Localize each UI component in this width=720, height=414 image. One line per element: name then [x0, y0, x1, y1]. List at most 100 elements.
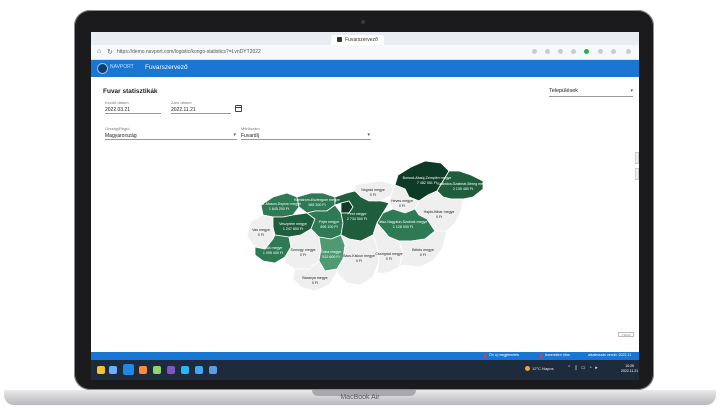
county-label-hajdu: Hajdú-Bihar megye — [424, 210, 455, 214]
county-value-somogy: 0 Ft — [300, 253, 306, 257]
county-value-gyor: 1 645 200 Ft — [269, 207, 289, 211]
footer-notice-2[interactable]: Ismeretlen hiba — [539, 353, 570, 357]
page-title: Fuvar statisztikák — [103, 88, 158, 95]
county-label-jasz: Jász-Nagykun-Szolnok megye — [379, 220, 428, 224]
app-title: Fuvarszervező — [145, 64, 188, 71]
country-select[interactable]: Ország/Régió Magyarország ▾ — [105, 126, 237, 140]
browser-tab-strip: Fuvarszervező — [91, 32, 639, 45]
country-label: Ország/Régió — [105, 126, 130, 131]
reader-icon[interactable] — [545, 49, 550, 54]
tab-title: Fuvarszervező — [345, 37, 378, 43]
map-copyright: ©2022 — [618, 332, 634, 337]
county-value-veszprem: 1 247 800 Ft — [283, 227, 303, 231]
app-version: alkalmazás verzió: 2022.11 — [588, 353, 632, 357]
county-label-bekes: Békés megye — [412, 248, 434, 252]
app-icon-green[interactable] — [153, 366, 161, 374]
laptop-base: MacBook Air — [4, 390, 716, 405]
measure-value: Fuvardíj — [241, 133, 260, 139]
measure-select[interactable]: Mérőszám Fuvardíj ▾ — [241, 126, 371, 140]
county-value-bacs: 0 Ft — [356, 259, 362, 263]
logo-text: NAVPORT — [110, 64, 134, 70]
county-value-komarom: 985 300 Ft — [308, 203, 325, 207]
edge-browser-icon[interactable] — [123, 364, 134, 375]
end-date-field[interactable]: Záró dátum 2022.11.21 — [171, 100, 231, 114]
reload-icon[interactable]: ↻ — [107, 48, 113, 56]
address-bar: ⌂ ↻ https://demo.navport.com/logistic/ko… — [91, 45, 639, 60]
county-label-csongrad: Csongrád megye — [375, 252, 402, 256]
county-label-veszprem: Veszprém megye — [279, 222, 307, 226]
county-label-bacs: Bács-Kiskun megye — [343, 254, 375, 258]
county-map-svg: Borsod-Abaúj-Zemplén megye 7 482 051 Ft … — [246, 160, 489, 292]
split-screen-icon[interactable] — [598, 49, 603, 54]
sun-icon — [525, 366, 530, 372]
county-value-pest: 2 734 500 Ft — [347, 217, 367, 221]
county-value-hajdu: 0 Ft — [436, 215, 442, 219]
zoom-out-button[interactable] — [635, 168, 639, 180]
status-green-icon[interactable] — [584, 49, 589, 54]
county-label-gyor: Győr-Moson-Sopron megye — [257, 202, 301, 206]
store-icon[interactable] — [209, 366, 217, 374]
logo-icon[interactable] — [97, 63, 108, 74]
chevron-down-icon: ▾ — [233, 132, 236, 138]
calendar-icon[interactable] — [235, 105, 242, 112]
county-value-heves: 0 Ft — [399, 204, 405, 208]
county-value-szabolcs: 2 135 480 Ft — [453, 187, 473, 191]
start-date-label: Kezdő dátum — [105, 100, 129, 105]
county-value-csongrad: 0 Ft — [386, 257, 392, 261]
county-value-jasz: 1 128 900 Ft — [393, 225, 413, 229]
extension-icon[interactable] — [532, 49, 537, 54]
zoom-in-button[interactable] — [635, 152, 639, 164]
screen: Fuvarszervező ⌂ ↻ https://demo.navport.c… — [91, 32, 639, 380]
county-value-fejer: 896 100 Ft — [320, 225, 337, 229]
county-value-tolna: 512 600 Ft — [322, 255, 339, 259]
county-label-vas: Vas megye — [252, 228, 270, 232]
county-value-nograd: 0 Ft — [370, 193, 376, 197]
county-value-zala: 1 095 400 Ft — [263, 251, 283, 255]
county-value-baranya: 0 Ft — [312, 281, 318, 285]
laptop-stage: MacBook Air Fuvarszervező ⌂ ↻ https://de… — [0, 0, 720, 414]
search-icon[interactable] — [109, 366, 117, 374]
mail-icon[interactable] — [195, 366, 203, 374]
status-footer: Ön új megjelenítés Ismeretlen hiba alkal… — [91, 352, 639, 360]
county-label-pest: Pest megye — [348, 212, 367, 216]
end-date-value: 2022.11.21 — [171, 107, 196, 113]
start-date-field[interactable]: Kezdő dátum 2022.03.21 — [105, 100, 161, 114]
county-label-komarom: Komárom-Esztergom megye — [294, 198, 340, 202]
back-arrow-icon[interactable]: ⌂ — [97, 48, 101, 55]
weather-widget[interactable]: 12°C Napos — [525, 366, 554, 372]
zoom-icon[interactable] — [558, 49, 563, 54]
device-model: MacBook Air — [340, 394, 380, 401]
county-value-borsod: 7 482 051 Ft — [417, 181, 437, 185]
camera — [361, 20, 365, 24]
profile-icon[interactable] — [626, 49, 631, 54]
favorites-icon[interactable] — [611, 49, 616, 54]
county-label-somogy: Somogy megye — [291, 248, 316, 252]
tab-favicon-icon — [337, 37, 342, 43]
url-field[interactable]: https://demo.navport.com/logistic/kongo-… — [117, 48, 261, 56]
footer-notice-1[interactable]: Ön új megjelenítés — [483, 353, 519, 357]
translate-icon[interactable] — [571, 49, 576, 54]
app-icon-blue[interactable] — [181, 366, 189, 374]
browser-tab[interactable]: Fuvarszervező — [331, 35, 384, 45]
county-label-baranya: Baranya megye — [302, 276, 327, 280]
app-icon-purple[interactable] — [167, 366, 175, 374]
clock[interactable]: 10:25 2022.11.21 — [621, 364, 638, 374]
start-date-value: 2022.03.21 — [105, 107, 131, 113]
settlement-select[interactable]: Települések ▾ — [549, 88, 633, 97]
county-label-szabolcs: Szabolcs-Szatmár-Bereg megye — [437, 182, 489, 186]
firefox-icon[interactable] — [139, 366, 147, 374]
county-label-tolna: Tolna megye — [321, 250, 341, 254]
county-label-borsod: Borsod-Abaúj-Zemplén megye — [403, 176, 452, 180]
clock-time: 10:25 — [625, 364, 635, 368]
clock-date: 2022.11.21 — [621, 369, 639, 373]
taskbar: 12°C Napos ⌃ ▯ ▭ ◔ ▸ 10:25 2022.11.21 — [91, 360, 639, 380]
file-explorer-icon[interactable] — [97, 366, 105, 374]
warning-icon — [483, 353, 487, 357]
county-label-zala: Zala megye — [264, 246, 283, 250]
county-value-bekes: 0 Ft — [420, 253, 426, 257]
chevron-down-icon: ▾ — [367, 132, 370, 138]
county-label-nograd: Nógrád megye — [361, 188, 385, 192]
country-value: Magyarország — [105, 133, 137, 139]
end-date-label: Záró dátum — [171, 100, 192, 105]
system-tray[interactable]: ⌃ ▯ ▭ ◔ ▸ — [567, 365, 599, 371]
